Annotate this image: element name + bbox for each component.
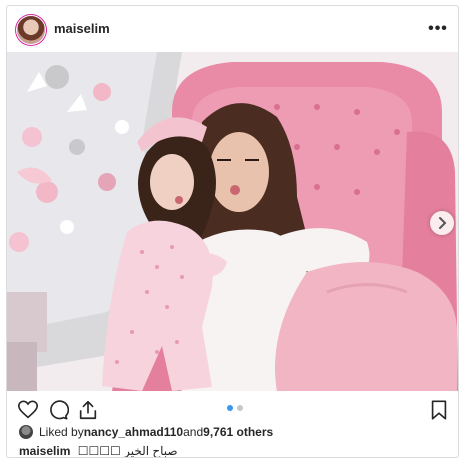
post-header: maiselim ••• <box>7 6 458 52</box>
share-icon <box>79 400 97 420</box>
caption-text: صباح الخير ☐☐☐☐ <box>77 444 178 458</box>
carousel-dot-active <box>227 405 233 411</box>
next-slide-button[interactable] <box>430 211 454 235</box>
more-options-icon[interactable]: ••• <box>428 19 448 39</box>
caption-username[interactable]: maiselim <box>19 444 70 457</box>
carousel-indicator <box>227 405 243 411</box>
likes-line: Liked by nancy_ahmad110 and 9,761 others <box>19 425 273 439</box>
post-actions <box>7 391 458 427</box>
likes-middle: and <box>183 425 204 439</box>
likes-others-count[interactable]: 9,761 others <box>203 425 273 439</box>
likes-prefix: Liked by <box>39 425 84 439</box>
liker-username[interactable]: nancy_ahmad110 <box>84 425 183 439</box>
post-photo[interactable] <box>7 52 458 391</box>
photo-illustration <box>7 52 458 391</box>
comment-icon <box>50 400 70 420</box>
carousel-dot <box>237 405 243 411</box>
share-button[interactable] <box>77 399 99 421</box>
chevron-right-icon <box>439 217 447 229</box>
bookmark-icon <box>431 400 447 420</box>
post-caption: maiselim صباح الخير ☐☐☐☐ <box>19 444 178 458</box>
post-username[interactable]: maiselim <box>54 21 110 36</box>
save-button[interactable] <box>428 399 450 421</box>
comment-button[interactable] <box>47 399 70 421</box>
liker-avatar[interactable] <box>19 425 33 439</box>
profile-avatar[interactable] <box>17 16 45 44</box>
post-card: maiselim ••• Liked by nancy_ahmad110 and… <box>6 5 459 458</box>
heart-icon <box>18 400 38 419</box>
like-button[interactable] <box>17 399 39 421</box>
